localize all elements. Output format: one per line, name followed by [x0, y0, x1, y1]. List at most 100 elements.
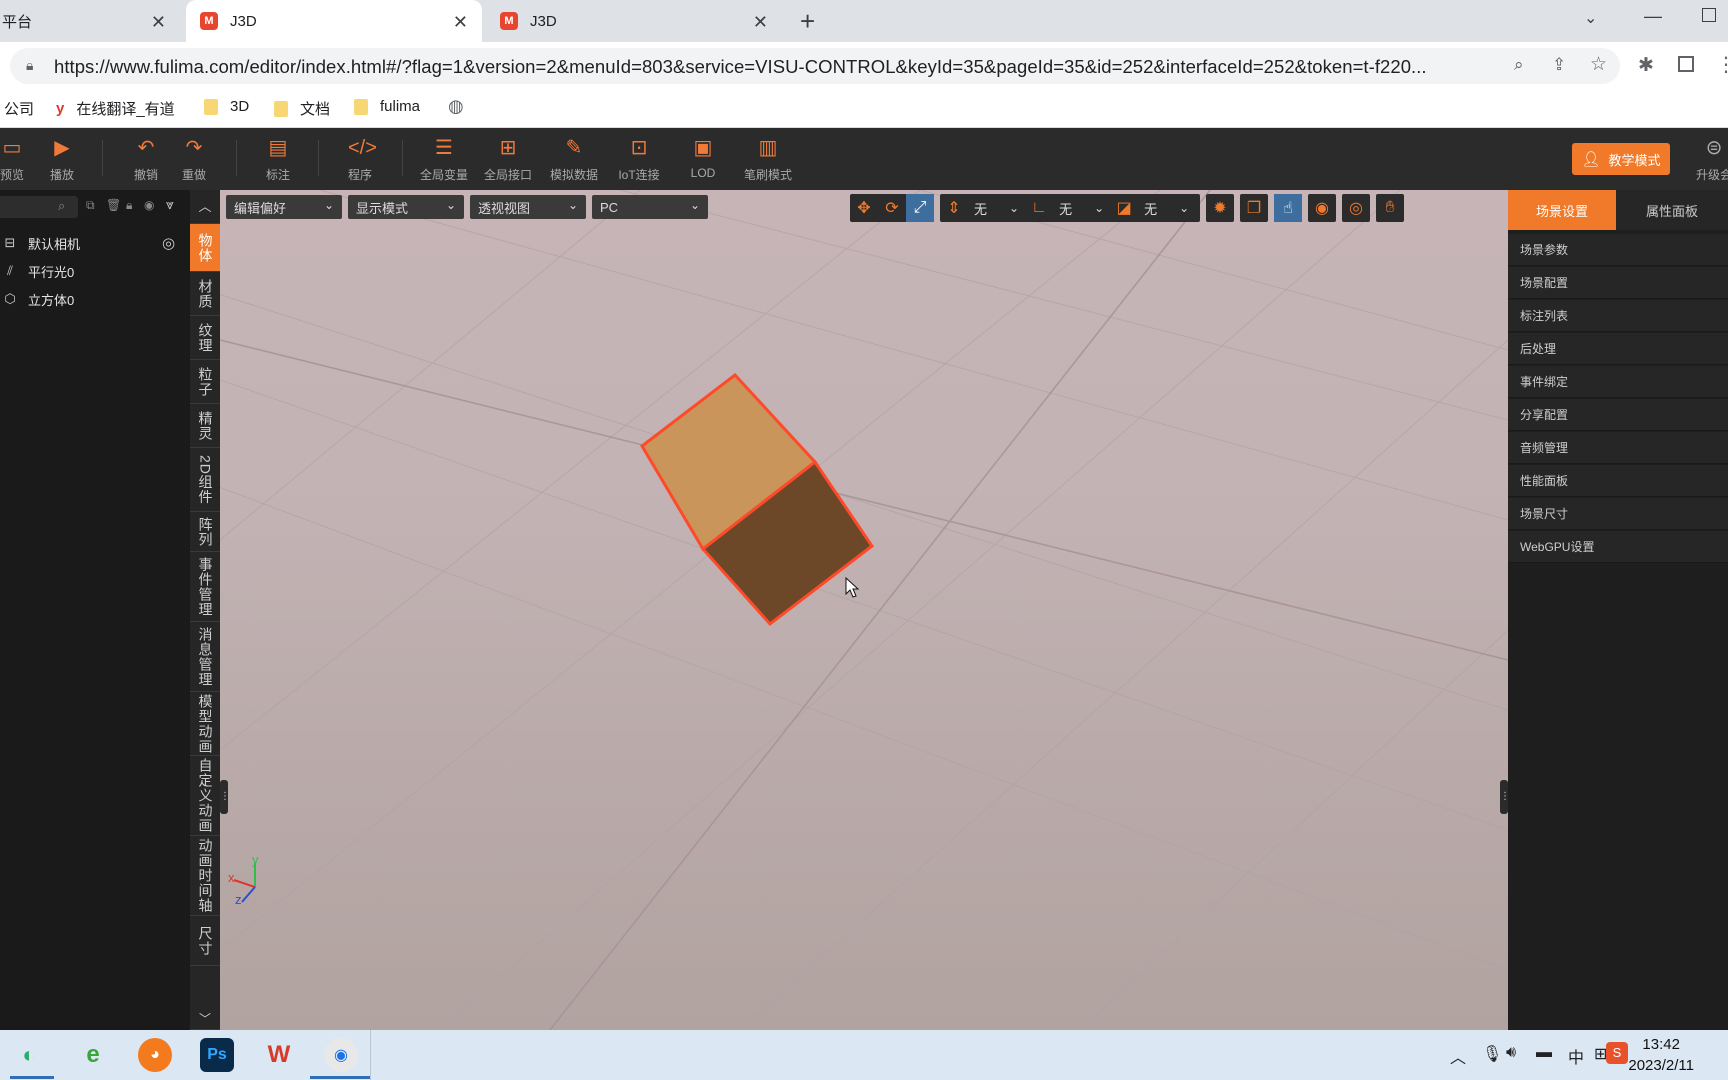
globe-icon[interactable]: ◍	[448, 96, 464, 117]
vtab-item[interactable]: 消息管理	[190, 622, 220, 692]
tree-item-cube[interactable]: ⬡ 立方体0	[0, 286, 74, 312]
settings-item[interactable]: 事件绑定	[1508, 366, 1728, 398]
minimize-icon[interactable]: —	[1644, 6, 1662, 27]
copy-icon[interactable]: ⧉	[86, 198, 95, 213]
right-panel-resize-handle[interactable]: ⋮	[1500, 780, 1508, 814]
program-button[interactable]: </> 程序	[344, 136, 377, 183]
settings-item[interactable]: WebGPU设置	[1508, 531, 1728, 563]
system-clock[interactable]: 13:42 2023/2/11	[1628, 1034, 1694, 1076]
extensions-icon[interactable]: ✱	[1638, 54, 1654, 77]
settings-item[interactable]: 后处理	[1508, 333, 1728, 365]
left-panel-resize-handle[interactable]: ⋮	[220, 780, 230, 814]
sogou-icon[interactable]: S	[1606, 1042, 1628, 1064]
bookmark-folder[interactable]: 3D	[204, 98, 249, 115]
eye-icon[interactable]: ◉	[144, 198, 154, 212]
3d-viewport[interactable]: y x z 编辑偏好 ⌄ 显示模式 ⌄ 透视视图 ⌄ PC ⌄ ✥ ⟳ ⤢ ⇕ …	[220, 190, 1508, 1030]
settings-item[interactable]: 场景配置	[1508, 267, 1728, 299]
iot-connect-button[interactable]: ⊡ IoT连接	[614, 136, 664, 183]
vtab-item[interactable]: 粒子	[190, 360, 220, 404]
angle-snap-select[interactable]: 无 ⌄	[1053, 199, 1110, 218]
tab-scene-settings[interactable]: 场景设置	[1508, 190, 1616, 230]
close-icon[interactable]: ✕	[453, 12, 468, 33]
display-mode-select[interactable]: 显示模式 ⌄	[348, 195, 464, 219]
bookmark-item[interactable]: y 在线翻译_有道	[56, 98, 175, 119]
ie-icon[interactable]: e	[76, 1038, 110, 1072]
move-snap-icon[interactable]: ⇕	[940, 194, 968, 222]
delete-icon[interactable]: 🗑︎	[106, 198, 121, 212]
vtab-item[interactable]: 动画时间轴	[190, 836, 220, 916]
tree-item-camera[interactable]: ⊟ 默认相机 ◎	[0, 230, 184, 256]
teach-mode-button[interactable]: 👤︎ 教学模式	[1572, 143, 1670, 175]
browser-tab[interactable]: M J3D ✕	[486, 0, 782, 42]
tray-expand-icon[interactable]: ︿	[1450, 1044, 1466, 1068]
settings-item[interactable]: 场景尺寸	[1508, 498, 1728, 530]
annotate-button[interactable]: ▤ 标注	[262, 136, 294, 183]
bookmark-folder[interactable]: 文档	[274, 98, 330, 119]
upgrade-button[interactable]: ⊜ 升级会	[1694, 136, 1728, 183]
share-icon[interactable]: ⇪	[1552, 55, 1566, 75]
menu-icon[interactable]: ⋮	[1716, 52, 1728, 77]
vtab-item[interactable]: 阵列	[190, 512, 220, 552]
ime-indicator[interactable]: 中	[1568, 1044, 1584, 1068]
firefox-icon[interactable]: ◕	[138, 1038, 172, 1072]
platform-select[interactable]: PC ⌄	[592, 195, 708, 219]
redo-button[interactable]: ↷ 重做	[178, 136, 210, 183]
settings-item[interactable]: 标注列表	[1508, 300, 1728, 332]
settings-item[interactable]: 分享配置	[1508, 399, 1728, 431]
microphone-icon[interactable]: 🎙︎	[1482, 1044, 1502, 1064]
vtab-item[interactable]: 2D组件	[190, 448, 220, 512]
settings-item[interactable]: 音频管理	[1508, 432, 1728, 464]
scale-icon[interactable]: ⤢	[906, 194, 934, 222]
angle-snap-icon[interactable]: ∟	[1025, 194, 1053, 222]
select-hand-icon[interactable]: ☝	[1274, 194, 1302, 222]
hand-icon[interactable]: ✋︎	[1376, 194, 1404, 222]
url-field[interactable]: 🔒︎ https://www.fulima.com/editor/index.h…	[10, 48, 1620, 84]
play-button[interactable]: ▶ 播放	[46, 136, 78, 183]
tree-item-light[interactable]: ⫽ 平行光0	[0, 258, 74, 284]
bookmark-item[interactable]: 公司	[4, 98, 34, 119]
undo-button[interactable]: ↶ 撤销	[130, 136, 162, 183]
vtab-item[interactable]: 物体	[190, 224, 220, 272]
settings-item[interactable]: 场景参数	[1508, 234, 1728, 266]
wechat-icon[interactable]: ◐	[12, 1038, 46, 1072]
collapse-up-icon[interactable]: ︿	[190, 190, 220, 224]
bookmark-folder[interactable]: fulima	[354, 98, 420, 115]
filter-icon[interactable]: ⩔	[166, 196, 174, 213]
view-select[interactable]: 透视视图 ⌄	[470, 195, 586, 219]
move-snap-select[interactable]: 无 ⌄	[968, 199, 1025, 218]
new-tab-plus-icon[interactable]: +	[800, 6, 815, 37]
vtab-item[interactable]: 纹理	[190, 316, 220, 360]
mock-data-button[interactable]: ✎ 模拟数据	[546, 136, 602, 183]
vtab-item[interactable]: 材质	[190, 272, 220, 316]
visibility-icon[interactable]: ◉	[1308, 194, 1336, 222]
lock-icon[interactable]: 🔒︎	[126, 198, 132, 213]
vtab-item[interactable]: 尺寸	[190, 916, 220, 966]
global-interface-button[interactable]: ⊞ 全局接口	[482, 136, 534, 183]
lod-button[interactable]: ▣ LOD	[686, 136, 720, 180]
brush-mode-button[interactable]: ▥ 笔刷模式	[740, 136, 796, 183]
bug-icon[interactable]: ✹	[1206, 194, 1234, 222]
tab-search-chevron-icon[interactable]: ⌄	[1584, 8, 1597, 28]
tree-search-input[interactable]: ⌕	[0, 196, 78, 218]
bookmark-star-icon[interactable]: ☆	[1590, 53, 1607, 76]
vtab-item[interactable]: 自定义动画	[190, 756, 220, 836]
photoshop-icon[interactable]: Ps	[200, 1038, 234, 1072]
scale-snap-icon[interactable]: ◪	[1110, 194, 1138, 222]
edit-preference-select[interactable]: 编辑偏好 ⌄	[226, 195, 342, 219]
zoom-icon[interactable]: ⌕	[1514, 55, 1524, 75]
volume-icon[interactable]: 🔊︎	[1506, 1044, 1516, 1062]
chrome-icon[interactable]: ◉	[324, 1038, 358, 1072]
vtab-item[interactable]: 模型动画	[190, 692, 220, 756]
collapse-down-icon[interactable]: ﹀	[190, 1010, 220, 1030]
stack-icon[interactable]: ❐	[1240, 194, 1268, 222]
scale-snap-select[interactable]: 无 ⌄	[1138, 199, 1195, 218]
close-icon[interactable]: ✕	[753, 12, 768, 33]
move-icon[interactable]: ✥	[850, 194, 878, 222]
preview-button[interactable]: ▭ 预览	[0, 136, 26, 183]
global-variables-button[interactable]: ☰ 全局变量	[418, 136, 470, 183]
wps-icon[interactable]: W	[262, 1038, 296, 1072]
close-icon[interactable]: ✕	[151, 12, 166, 33]
browser-tab[interactable]: 平台 ✕	[0, 0, 180, 42]
rotate-icon[interactable]: ⟳	[878, 194, 906, 222]
camera-snapshot-icon[interactable]: ◎	[162, 234, 175, 252]
